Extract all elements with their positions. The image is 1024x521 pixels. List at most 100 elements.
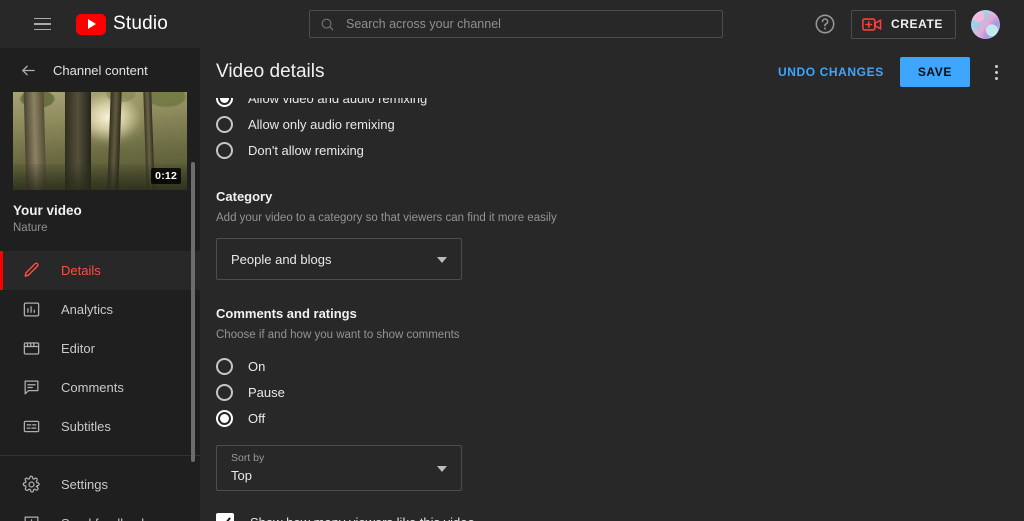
pencil-icon	[24, 262, 39, 277]
page-header: Video details UNDO CHANGES SAVE	[200, 48, 1024, 96]
arrow-left-icon	[22, 65, 35, 75]
sidebar-item-send-feedback[interactable]: Send feedback	[0, 504, 200, 521]
undo-changes-button[interactable]: UNDO CHANGES	[776, 59, 886, 85]
video-plus-icon	[862, 17, 882, 31]
search-input[interactable]	[346, 17, 712, 31]
remixing-options-group: Allow video and audio remixing Allow onl…	[216, 98, 1008, 163]
create-button[interactable]: CREATE	[850, 9, 956, 39]
comments-options-group: On Pause Off	[216, 353, 1008, 431]
back-label: Channel content	[53, 62, 148, 78]
create-button-label: CREATE	[890, 17, 943, 31]
radio-button[interactable]	[216, 98, 233, 107]
show-likes-label: Show how many viewers like this video	[250, 515, 475, 521]
film-icon	[23, 342, 40, 355]
gear-icon	[22, 475, 40, 493]
sort-by-label: Sort by	[231, 451, 265, 464]
youtube-studio-app: Studio Search across your channel CREATE…	[0, 0, 1024, 521]
sidebar-nav: Details Analytics Editor Comments Subtit…	[0, 251, 200, 521]
app-body: Channel content 0:12 Your video Nature D…	[0, 48, 1024, 521]
page-title: Video details	[216, 61, 325, 82]
sidebar-item-label: Editor	[61, 341, 95, 356]
bar-chart-icon	[23, 302, 40, 317]
comments-description: Choose if and how you want to show comme…	[216, 329, 460, 341]
chevron-down-icon	[437, 466, 447, 472]
comments-title: Comments and ratings	[216, 306, 357, 321]
sidebar-item-subtitles[interactable]: Subtitles	[0, 407, 200, 446]
sidebar-item-editor[interactable]: Editor	[0, 329, 200, 368]
comments-option-on[interactable]: On	[216, 353, 1008, 379]
radio-label: Off	[248, 410, 266, 426]
feedback-icon	[24, 516, 39, 521]
sort-by-value: Top	[231, 468, 252, 484]
remix-option-clipped-wrapper: Allow video and audio remixing	[216, 98, 1008, 111]
hamburger-line	[33, 28, 51, 31]
sidebar-scrollbar[interactable]	[191, 162, 195, 462]
video-thumbnail-container: 0:12	[0, 92, 200, 190]
play-triangle	[88, 19, 96, 29]
kebab-dot	[994, 64, 998, 68]
comments-ratings-section: Comments and ratings Choose if and how y…	[216, 306, 1008, 521]
radio-label: Pause	[248, 384, 285, 400]
category-select[interactable]: People and blogs	[216, 238, 462, 280]
sidebar-item-label: Analytics	[61, 302, 114, 317]
kebab-menu-icon[interactable]	[984, 60, 1008, 84]
comment-icon	[24, 380, 39, 395]
subtitles-icon	[23, 420, 40, 433]
studio-brand-logo[interactable]: Studio	[76, 13, 168, 35]
header-actions: UNDO CHANGES SAVE	[776, 57, 1008, 87]
sidebar-item-settings[interactable]: Settings	[0, 465, 200, 504]
radio-button[interactable]	[216, 115, 233, 133]
sidebar-item-label: Send feedback	[61, 516, 148, 521]
sidebar-item-analytics[interactable]: Analytics	[0, 290, 200, 329]
video-subtitle: Nature	[13, 222, 48, 234]
category-section: Category Add your video to a category so…	[216, 189, 1008, 280]
sidebar-item-label: Subtitles	[61, 419, 111, 434]
video-title: Your video	[13, 203, 82, 218]
kebab-dot	[994, 70, 998, 74]
category-title: Category	[216, 189, 273, 204]
show-likes-checkbox-row[interactable]: Show how many viewers like this video	[216, 513, 1008, 521]
avatar[interactable]	[971, 9, 1000, 39]
search-container	[309, 10, 723, 38]
remix-option-allow-video-audio[interactable]: Allow video and audio remixing	[216, 98, 1008, 111]
kebab-dot	[994, 76, 998, 80]
details-form: Allow video and audio remixing Allow onl…	[216, 96, 1008, 521]
radio-label: On	[248, 358, 266, 374]
hamburger-line	[33, 17, 51, 20]
search-box[interactable]	[309, 10, 723, 38]
sidebar-divider	[0, 455, 200, 456]
save-button[interactable]: SAVE	[899, 57, 970, 87]
hamburger-line	[33, 23, 51, 25]
sidebar-item-comments[interactable]: Comments	[0, 368, 200, 407]
sidebar: Channel content 0:12 Your video Nature D…	[0, 48, 200, 521]
main-panel: Video details UNDO CHANGES SAVE Allow vi…	[200, 48, 1024, 521]
hamburger-icon[interactable]	[22, 4, 62, 44]
remix-option-dont-allow[interactable]: Don't allow remixing	[216, 137, 1008, 163]
sidebar-item-details[interactable]: Details	[0, 251, 200, 290]
sidebar-item-label: Settings	[61, 477, 108, 492]
back-to-channel-content[interactable]: Channel content	[0, 48, 200, 92]
comments-option-pause[interactable]: Pause	[216, 379, 1008, 405]
radio-button[interactable]	[216, 141, 233, 159]
radio-label: Allow video and audio remixing	[248, 98, 428, 106]
topbar-actions: CREATE	[814, 9, 1008, 39]
sort-by-select[interactable]: Sort by Top	[216, 445, 462, 491]
details-form-scroll-area[interactable]: Allow video and audio remixing Allow onl…	[200, 96, 1024, 521]
category-select-value: People and blogs	[231, 251, 332, 267]
radio-button[interactable]	[216, 409, 233, 427]
checkbox[interactable]	[216, 513, 234, 521]
help-circle-icon[interactable]	[814, 13, 836, 35]
category-description: Add your video to a category so that vie…	[216, 212, 557, 224]
video-thumbnail[interactable]: 0:12	[13, 92, 187, 190]
youtube-logo-icon	[76, 13, 106, 35]
radio-button[interactable]	[216, 383, 233, 401]
sidebar-item-label: Details	[61, 263, 101, 278]
search-icon	[321, 18, 334, 31]
comments-option-off[interactable]: Off	[216, 405, 1008, 431]
brand-name: Studio	[113, 13, 169, 34]
remix-option-allow-audio-only[interactable]: Allow only audio remixing	[216, 111, 1008, 137]
chevron-down-icon	[437, 257, 447, 263]
top-bar: Studio Search across your channel CREATE	[0, 0, 1024, 48]
video-duration-badge: 0:12	[151, 167, 181, 184]
radio-button[interactable]	[216, 357, 233, 375]
